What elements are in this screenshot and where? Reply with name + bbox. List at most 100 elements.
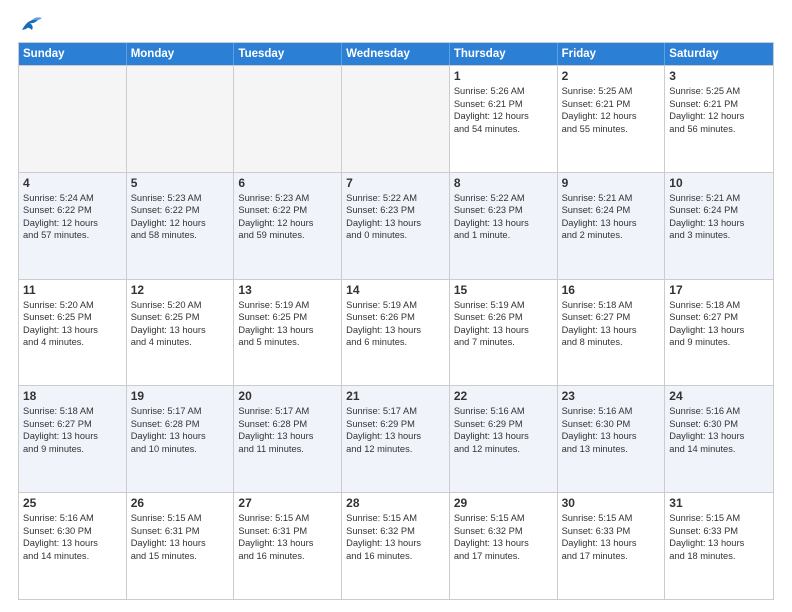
day-number: 4	[23, 176, 122, 190]
cell-line: Sunrise: 5:19 AM	[238, 299, 337, 312]
cell-line: Sunset: 6:30 PM	[562, 418, 661, 431]
calendar-cell: 14Sunrise: 5:19 AMSunset: 6:26 PMDayligh…	[342, 280, 450, 386]
calendar-cell: 22Sunrise: 5:16 AMSunset: 6:29 PMDayligh…	[450, 386, 558, 492]
cell-line: Daylight: 13 hours	[23, 324, 122, 337]
cell-line: Sunrise: 5:20 AM	[23, 299, 122, 312]
day-number: 9	[562, 176, 661, 190]
calendar-cell: 30Sunrise: 5:15 AMSunset: 6:33 PMDayligh…	[558, 493, 666, 599]
day-number: 6	[238, 176, 337, 190]
calendar-cell: 18Sunrise: 5:18 AMSunset: 6:27 PMDayligh…	[19, 386, 127, 492]
cell-line: Sunset: 6:24 PM	[669, 204, 769, 217]
cell-line: and 16 minutes.	[238, 550, 337, 563]
cell-line: Daylight: 13 hours	[131, 324, 230, 337]
cell-line: Sunset: 6:23 PM	[454, 204, 553, 217]
calendar-cell: 12Sunrise: 5:20 AMSunset: 6:25 PMDayligh…	[127, 280, 235, 386]
day-number: 10	[669, 176, 769, 190]
cell-line: and 18 minutes.	[669, 550, 769, 563]
day-number: 22	[454, 389, 553, 403]
cell-line: and 13 minutes.	[562, 443, 661, 456]
cell-line: Daylight: 12 hours	[23, 217, 122, 230]
cell-line: and 8 minutes.	[562, 336, 661, 349]
cell-line: Sunrise: 5:26 AM	[454, 85, 553, 98]
cell-line: Daylight: 13 hours	[23, 430, 122, 443]
cell-line: Sunrise: 5:19 AM	[454, 299, 553, 312]
cell-line: and 56 minutes.	[669, 123, 769, 136]
day-number: 15	[454, 283, 553, 297]
cell-line: Sunrise: 5:18 AM	[669, 299, 769, 312]
cell-line: Sunrise: 5:16 AM	[23, 512, 122, 525]
cell-line: and 15 minutes.	[131, 550, 230, 563]
cell-line: and 0 minutes.	[346, 229, 445, 242]
calendar-cell: 5Sunrise: 5:23 AMSunset: 6:22 PMDaylight…	[127, 173, 235, 279]
cell-line: Sunset: 6:33 PM	[669, 525, 769, 538]
cell-line: Sunrise: 5:24 AM	[23, 192, 122, 205]
calendar-header-cell: Sunday	[19, 43, 127, 65]
day-number: 28	[346, 496, 445, 510]
cell-line: Daylight: 13 hours	[562, 537, 661, 550]
calendar-header-cell: Wednesday	[342, 43, 450, 65]
calendar-cell: 3Sunrise: 5:25 AMSunset: 6:21 PMDaylight…	[665, 66, 773, 172]
calendar-cell: 6Sunrise: 5:23 AMSunset: 6:22 PMDaylight…	[234, 173, 342, 279]
calendar-cell: 27Sunrise: 5:15 AMSunset: 6:31 PMDayligh…	[234, 493, 342, 599]
cell-line: Sunset: 6:25 PM	[23, 311, 122, 324]
day-number: 8	[454, 176, 553, 190]
cell-line: Sunset: 6:21 PM	[669, 98, 769, 111]
cell-line: Sunset: 6:22 PM	[23, 204, 122, 217]
cell-line: Sunset: 6:25 PM	[131, 311, 230, 324]
calendar-header-cell: Friday	[558, 43, 666, 65]
cell-line: and 16 minutes.	[346, 550, 445, 563]
cell-line: and 2 minutes.	[562, 229, 661, 242]
cell-line: Daylight: 13 hours	[238, 324, 337, 337]
cell-line: and 14 minutes.	[669, 443, 769, 456]
day-number: 1	[454, 69, 553, 83]
day-number: 31	[669, 496, 769, 510]
cell-line: and 59 minutes.	[238, 229, 337, 242]
cell-line: Sunset: 6:27 PM	[562, 311, 661, 324]
cell-line: Daylight: 13 hours	[346, 324, 445, 337]
cell-line: Sunrise: 5:15 AM	[238, 512, 337, 525]
day-number: 25	[23, 496, 122, 510]
cell-line: Sunrise: 5:23 AM	[238, 192, 337, 205]
day-number: 30	[562, 496, 661, 510]
cell-line: Sunset: 6:29 PM	[346, 418, 445, 431]
cell-line: and 55 minutes.	[562, 123, 661, 136]
calendar-week: 25Sunrise: 5:16 AMSunset: 6:30 PMDayligh…	[19, 492, 773, 599]
cell-line: Sunset: 6:32 PM	[454, 525, 553, 538]
cell-line: and 12 minutes.	[454, 443, 553, 456]
cell-line: and 10 minutes.	[131, 443, 230, 456]
cell-line: Sunrise: 5:15 AM	[669, 512, 769, 525]
cell-line: and 58 minutes.	[131, 229, 230, 242]
logo-bird-icon	[20, 16, 42, 34]
cell-line: Daylight: 12 hours	[669, 110, 769, 123]
calendar-cell: 9Sunrise: 5:21 AMSunset: 6:24 PMDaylight…	[558, 173, 666, 279]
day-number: 29	[454, 496, 553, 510]
cell-line: and 4 minutes.	[23, 336, 122, 349]
cell-line: Daylight: 13 hours	[562, 324, 661, 337]
cell-line: Sunrise: 5:25 AM	[669, 85, 769, 98]
cell-line: and 9 minutes.	[669, 336, 769, 349]
cell-line: Sunset: 6:27 PM	[23, 418, 122, 431]
calendar-cell: 24Sunrise: 5:16 AMSunset: 6:30 PMDayligh…	[665, 386, 773, 492]
calendar-cell: 26Sunrise: 5:15 AMSunset: 6:31 PMDayligh…	[127, 493, 235, 599]
cell-line: Sunrise: 5:21 AM	[669, 192, 769, 205]
cell-line: Sunset: 6:31 PM	[238, 525, 337, 538]
day-number: 2	[562, 69, 661, 83]
day-number: 26	[131, 496, 230, 510]
calendar-header: SundayMondayTuesdayWednesdayThursdayFrid…	[19, 43, 773, 65]
calendar-cell: 4 Sunrise: 5:24 AMSunset: 6:22 PMDaylight…	[19, 173, 127, 279]
calendar-week: 4Sunrise: 5:24 AMSunset: 6:22 PMDaylight…	[19, 172, 773, 279]
cell-line: Daylight: 13 hours	[131, 537, 230, 550]
cell-line: Daylight: 13 hours	[669, 430, 769, 443]
cell-line: Sunset: 6:32 PM	[346, 525, 445, 538]
cell-line: Sunrise: 5:19 AM	[346, 299, 445, 312]
calendar-cell: 28Sunrise: 5:15 AMSunset: 6:32 PMDayligh…	[342, 493, 450, 599]
day-number: 17	[669, 283, 769, 297]
calendar-week: 11Sunrise: 5:20 AMSunset: 6:25 PMDayligh…	[19, 279, 773, 386]
cell-line: Daylight: 13 hours	[454, 217, 553, 230]
cell-line: Daylight: 13 hours	[454, 537, 553, 550]
cell-line: Daylight: 12 hours	[131, 217, 230, 230]
day-number: 12	[131, 283, 230, 297]
day-number: 7	[346, 176, 445, 190]
calendar-cell: 2Sunrise: 5:25 AMSunset: 6:21 PMDaylight…	[558, 66, 666, 172]
calendar-cell	[342, 66, 450, 172]
